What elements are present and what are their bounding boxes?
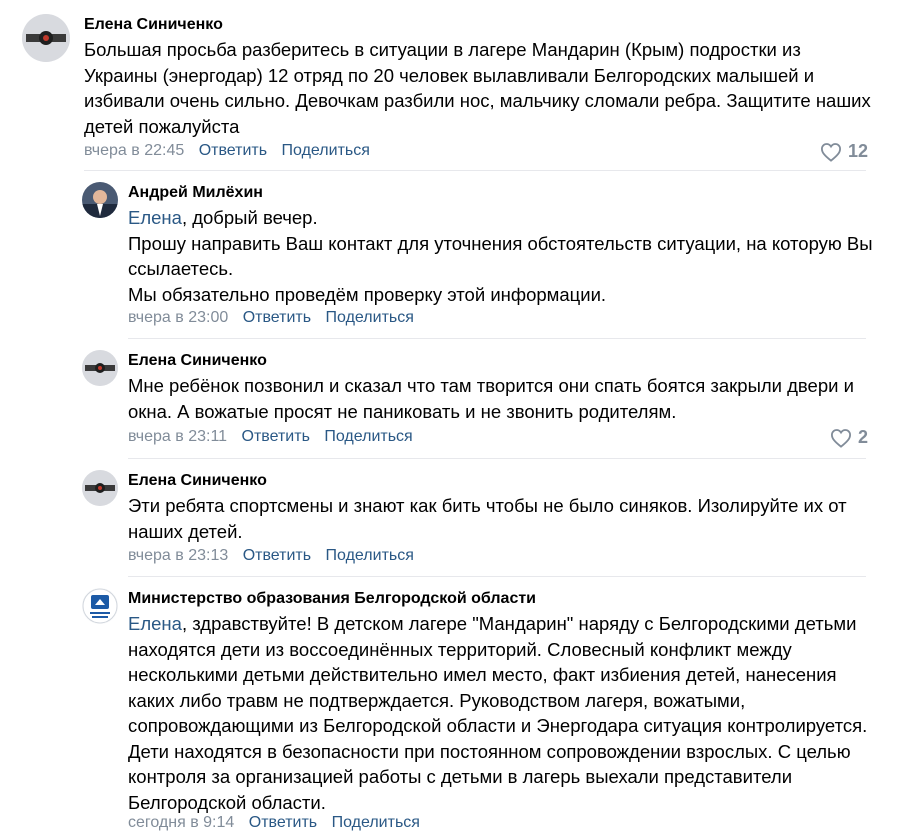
comment-meta: сегодня в 9:14 Ответить Поделиться [128, 814, 420, 832]
comment-author[interactable]: Андрей Милёхин [128, 184, 263, 202]
comment-meta: вчера в 23:00 Ответить Поделиться [128, 309, 414, 327]
like-button[interactable]: 2 [830, 427, 868, 448]
reply-button[interactable]: Ответить [243, 309, 311, 326]
comment-time[interactable]: вчера в 23:11 [128, 428, 227, 445]
share-button[interactable]: Поделиться [324, 428, 412, 445]
text-line: , добрый вечер. [181, 207, 318, 228]
comment-time[interactable]: вчера в 23:13 [128, 547, 228, 564]
share-button[interactable]: Поделиться [326, 309, 414, 326]
share-button[interactable]: Поделиться [326, 547, 414, 564]
comment-meta: вчера в 23:11 Ответить Поделиться [128, 428, 413, 446]
reply-button[interactable]: Ответить [199, 142, 267, 159]
comment-text: Елена, здравствуйте! В детском лагере "М… [128, 611, 873, 815]
reply-comment: Елена Синиченко Эти ребята спортсмены и … [0, 458, 900, 576]
reply-button[interactable]: Ответить [242, 428, 310, 445]
comment-text: Эти ребята спортсмены и знают как бить ч… [128, 495, 847, 542]
comment-text: Елена, добрый вечер. Прошу направить Ваш… [128, 205, 873, 307]
comment-meta: вчера в 22:45 Ответить Поделиться [84, 142, 370, 160]
like-count: 12 [848, 141, 869, 161]
reply-button[interactable]: Ответить [249, 814, 317, 831]
mention-link[interactable]: Елена [128, 207, 182, 228]
comment-text: Большая просьба разберитесь в ситуации в… [84, 39, 871, 137]
comment: Елена Синиченко Большая просьба разберит… [0, 0, 900, 170]
text-body: , здравствуйте! В детском лагере "Мандар… [128, 613, 868, 813]
comment-time[interactable]: сегодня в 9:14 [128, 814, 234, 831]
reply-comment: Андрей Милёхин Елена, добрый вечер. Прош… [0, 170, 900, 340]
comment-author[interactable]: Елена Синиченко [128, 352, 267, 370]
reply-button[interactable]: Ответить [243, 547, 311, 564]
mention-link[interactable]: Елена [128, 613, 182, 634]
comment-text: Мне ребёнок позвонил и сказал что там тв… [128, 375, 854, 422]
comment-time[interactable]: вчера в 22:45 [84, 142, 184, 159]
comment-author[interactable]: Министерство образования Белгородской об… [128, 590, 536, 608]
avatar[interactable] [82, 350, 118, 386]
avatar[interactable] [82, 182, 118, 218]
comment-meta: вчера в 23:13 Ответить Поделиться [128, 547, 414, 565]
reply-comment: Елена Синиченко Мне ребёнок позвонил и с… [0, 338, 900, 458]
avatar[interactable] [82, 470, 118, 506]
avatar[interactable] [22, 14, 70, 62]
comment-author[interactable]: Елена Синиченко [84, 16, 223, 34]
heart-icon [830, 428, 852, 448]
text-line: Мы обязательно проведём проверку этой ин… [128, 283, 607, 305]
comment-time[interactable]: вчера в 23:00 [128, 309, 228, 326]
comment-author[interactable]: Елена Синиченко [128, 472, 267, 490]
avatar[interactable] [82, 588, 118, 624]
share-button[interactable]: Поделиться [332, 814, 420, 831]
share-button[interactable]: Поделиться [282, 142, 370, 159]
reply-comment: Министерство образования Белгородской об… [0, 576, 900, 838]
text-line: Прошу направить Ваш контакт для уточнени… [128, 232, 873, 280]
heart-icon [820, 142, 842, 162]
like-count: 2 [858, 427, 869, 447]
like-button[interactable]: 12 [820, 141, 868, 162]
